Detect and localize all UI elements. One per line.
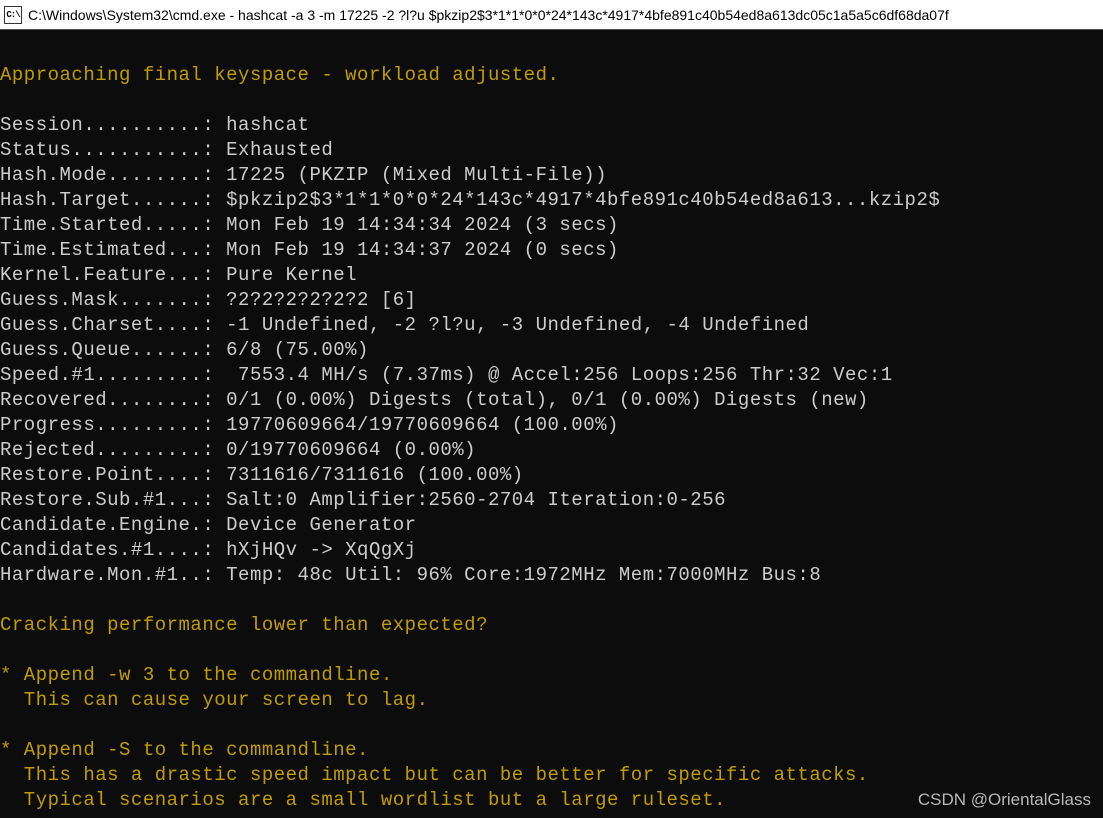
status-row: Time.Started.....: Mon Feb 19 14:34:34 2… — [0, 214, 619, 236]
status-row: Recovered........: 0/1 (0.00%) Digests (… — [0, 389, 869, 411]
window-title-bar[interactable]: C:\ C:\Windows\System32\cmd.exe - hashca… — [0, 0, 1103, 30]
status-row: Progress.........: 19770609664/197706096… — [0, 414, 619, 436]
status-row: Restore.Sub.#1...: Salt:0 Amplifier:2560… — [0, 489, 726, 511]
watermark: CSDN @OrientalGlass — [918, 787, 1091, 812]
status-row: Hardware.Mon.#1..: Temp: 48c Util: 96% C… — [0, 564, 821, 586]
status-row: Speed.#1.........: 7553.4 MH/s (7.37ms) … — [0, 364, 893, 386]
perf-header: Cracking performance lower than expected… — [0, 614, 488, 636]
terminal-output: Approaching final keyspace - workload ad… — [0, 30, 1103, 818]
status-row: Guess.Charset....: -1 Undefined, -2 ?l?u… — [0, 314, 809, 336]
cmd-icon: C:\ — [4, 6, 22, 24]
status-row: Rejected.........: 0/19770609664 (0.00%) — [0, 439, 476, 461]
banner-line: Approaching final keyspace - workload ad… — [0, 64, 559, 86]
status-row: Hash.Mode........: 17225 (PKZIP (Mixed M… — [0, 164, 607, 186]
tip-bullet: * Append -w 3 to the commandline. — [0, 664, 393, 686]
status-row: Time.Estimated...: Mon Feb 19 14:34:37 2… — [0, 239, 619, 261]
tip-line: This can cause your screen to lag. — [0, 689, 428, 711]
window-title: C:\Windows\System32\cmd.exe - hashcat -a… — [28, 7, 949, 23]
tip-line: This has a drastic speed impact but can … — [0, 764, 869, 786]
status-row: Hash.Target......: $pkzip2$3*1*1*0*0*24*… — [0, 189, 940, 211]
status-row: Restore.Point....: 7311616/7311616 (100.… — [0, 464, 524, 486]
status-row: Candidates.#1....: hXjHQv -> XqQgXj — [0, 539, 417, 561]
status-row: Guess.Mask.......: ?2?2?2?2?2?2 [6] — [0, 289, 417, 311]
status-row: Guess.Queue......: 6/8 (75.00%) — [0, 339, 369, 361]
status-block: Session..........: hashcat Status.......… — [0, 113, 1103, 588]
status-row: Status...........: Exhausted — [0, 139, 333, 161]
tip-bullet: * Append -S to the commandline. — [0, 739, 369, 761]
tip-line: Typical scenarios are a small wordlist b… — [0, 789, 726, 811]
status-row: Kernel.Feature...: Pure Kernel — [0, 264, 357, 286]
status-row: Session..........: hashcat — [0, 114, 309, 136]
status-row: Candidate.Engine.: Device Generator — [0, 514, 417, 536]
